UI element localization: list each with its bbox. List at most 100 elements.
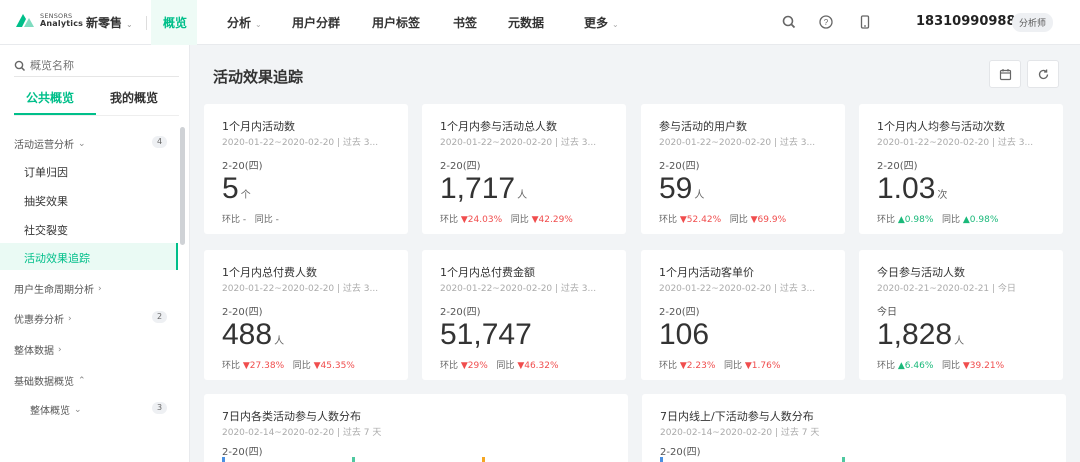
mom-value: ▼29% <box>460 361 488 371</box>
subgroup-overall-overview[interactable]: 整体概览 ⌄ <box>30 402 82 418</box>
card-paying-users[interactable]: 1个月内总付费人数 2020-01-22~2020-02-20 | 过去 3...… <box>204 250 408 380</box>
card-title: 1个月内人均参与活动次数 <box>877 120 1005 133</box>
metric-value: 1,717 <box>440 172 516 205</box>
group-campaign-analysis[interactable]: 活动运营分析 ⌄ <box>14 136 86 152</box>
sidebar: 公共概览 我的概览 活动运营分析 ⌄ 4 订单归因 抽奖效果 社交裂变 活动效果追… <box>0 45 190 462</box>
metric-value-row: 1,717 人 <box>440 172 527 206</box>
card-date-range: 2020-01-22~2020-02-20 | 过去 3... <box>222 138 379 148</box>
yoy-label: 同比 <box>724 361 743 371</box>
card-today-participants[interactable]: 今日参与活动人数 2020-02-21~2020-02-21 | 今日 今日 1,82… <box>859 250 1063 380</box>
help-icon[interactable]: ? <box>818 14 834 30</box>
sidebar-item-campaign-tracking[interactable]: 活动效果追踪 <box>24 250 90 266</box>
card-date: 2-20(四) <box>877 161 918 172</box>
card-date-range: 2020-01-22~2020-02-20 | 过去 3... <box>659 138 816 148</box>
metric-unit: 人 <box>954 336 965 347</box>
comparison-row: 环比 - 同比 - <box>222 212 279 225</box>
mom-value: ▲0.98% <box>897 215 934 225</box>
group-overall-data[interactable]: 整体数据 › <box>14 342 62 358</box>
sidebar-item-lottery-effect[interactable]: 抽奖效果 <box>24 193 68 209</box>
user-account[interactable]: 18310990988 <box>916 14 1016 29</box>
comparison-row: 环比 ▼29% 同比 ▼46.32% <box>440 358 559 371</box>
tab-my-overview[interactable]: 我的概览 <box>110 89 158 106</box>
card-date-range: 2020-02-21~2020-02-21 | 今日 <box>877 284 1016 294</box>
yoy-label: 同比 <box>496 361 515 371</box>
search-icon[interactable] <box>781 14 797 30</box>
mom-label: 环比 <box>222 361 241 371</box>
brand-line2: Analytics <box>40 19 84 28</box>
metric-unit: 人 <box>274 336 285 347</box>
group-label: 优惠券分析 <box>14 315 64 326</box>
yoy-value: ▲0.98% <box>962 215 999 225</box>
mom-label: 环比 <box>877 215 896 225</box>
card-title: 7日内线上/下活动参与人数分布 <box>660 410 814 423</box>
refresh-button[interactable] <box>1027 60 1059 88</box>
top-navigation-bar: SENSORS Analytics 新零售 ⌄ 概览 分析 ⌄ 用户分群 用户标签 … <box>0 0 1080 45</box>
mobile-icon[interactable] <box>857 14 873 30</box>
metric-unit: 人 <box>694 190 705 201</box>
tab-active-indicator <box>14 113 96 115</box>
sidebar-item-order-attribution[interactable]: 订单归因 <box>24 164 68 180</box>
page-title: 活动效果追踪 <box>213 68 304 86</box>
nav-bookmarks[interactable]: 书签 <box>453 14 477 31</box>
comparison-row: 环比 ▲6.46% 同比 ▼39.21% <box>877 358 1004 371</box>
card-date-range: 2020-02-14~2020-02-20 | 过去 7 天 <box>222 428 382 438</box>
mom-label: 环比 <box>659 361 678 371</box>
metric-value-row: 1,828 人 <box>877 318 964 352</box>
group-basic-data[interactable]: 基础数据概览 ⌃ <box>14 373 86 389</box>
nav-user-tags[interactable]: 用户标签 <box>372 14 420 31</box>
date-picker-button[interactable] <box>989 60 1021 88</box>
nav-user-segments[interactable]: 用户分群 <box>292 14 340 31</box>
chevron-down-icon: ⌄ <box>612 20 619 29</box>
metric-value-row: 1.03 次 <box>877 172 947 206</box>
mom-value: ▼27.38% <box>242 361 285 371</box>
mom-value: ▼52.42% <box>679 215 722 225</box>
card-activity-count[interactable]: 1个月内活动数 2020-01-22~2020-02-20 | 过去 3... 2-… <box>204 104 408 234</box>
distribution-card-activity-type[interactable]: 7日内各类活动参与人数分布 2020-02-14~2020-02-20 | 过去… <box>204 394 628 462</box>
nav-analysis[interactable]: 分析 ⌄ <box>227 14 262 31</box>
count-badge: 3 <box>152 402 167 414</box>
mom-label: 环比 <box>659 215 678 225</box>
card-payment-amount[interactable]: 1个月内总付费金额 2020-01-22~2020-02-20 | 过去 3...… <box>422 250 626 380</box>
card-date: 2-20(四) <box>222 161 263 172</box>
search-input[interactable] <box>30 59 170 72</box>
group-user-lifecycle[interactable]: 用户生命周期分析 › <box>14 281 102 297</box>
yoy-label: 同比 <box>292 361 311 371</box>
comparison-row: 环比 ▼27.38% 同比 ▼45.35% <box>222 358 355 371</box>
comparison-row: 环比 ▼52.42% 同比 ▼69.9% <box>659 212 786 225</box>
metric-value: 5 <box>222 172 239 205</box>
card-title: 1个月内总付费金额 <box>440 266 535 279</box>
yoy-value: ▼1.76% <box>744 361 781 371</box>
chevron-right-icon: › <box>68 313 72 324</box>
mom-label: 环比 <box>222 215 241 225</box>
metric-value: 488 <box>222 318 273 351</box>
nav-overview[interactable]: 概览 <box>163 14 187 31</box>
card-title: 1个月内活动客单价 <box>659 266 754 279</box>
group-label: 整体数据 <box>14 346 54 357</box>
metric-unit: 人 <box>517 190 528 201</box>
sidebar-scrollbar[interactable] <box>180 127 185 245</box>
chevron-down-icon: ⌄ <box>74 404 82 415</box>
card-title: 1个月内活动数 <box>222 120 295 133</box>
project-switcher[interactable]: 新零售 ⌄ <box>86 14 133 31</box>
card-avg-participation[interactable]: 1个月内人均参与活动次数 2020-01-22~2020-02-20 | 过去 3… <box>859 104 1063 234</box>
card-avg-order-value[interactable]: 1个月内活动客单价 2020-01-22~2020-02-20 | 过去 3...… <box>641 250 845 380</box>
yoy-label: 同比 <box>729 215 748 225</box>
card-total-participants[interactable]: 1个月内参与活动总人数 2020-01-22~2020-02-20 | 过去 3.… <box>422 104 626 234</box>
card-date: 今日 <box>877 307 897 318</box>
card-date-range: 2020-01-22~2020-02-20 | 过去 3... <box>877 138 1034 148</box>
chevron-down-icon: ⌄ <box>255 20 262 29</box>
group-coupon-analysis[interactable]: 优惠券分析 › <box>14 311 72 327</box>
brand-logo[interactable]: SENSORS Analytics <box>14 11 83 29</box>
yoy-value: - <box>275 215 279 225</box>
sidebar-item-social-fission[interactable]: 社交裂变 <box>24 222 68 238</box>
distribution-card-online-offline[interactable]: 7日内线上/下活动参与人数分布 2020-02-14~2020-02-20 | … <box>642 394 1066 462</box>
tab-public-overview[interactable]: 公共概览 <box>26 89 74 106</box>
chevron-down-icon: ⌄ <box>78 138 86 149</box>
nav-metadata[interactable]: 元数据 <box>508 14 544 31</box>
card-title: 1个月内参与活动总人数 <box>440 120 557 133</box>
metric-value: 106 <box>659 318 710 351</box>
nav-more[interactable]: 更多 ⌄ <box>584 14 619 31</box>
count-badge: 2 <box>152 311 167 323</box>
search-icon <box>14 60 26 71</box>
card-participating-users[interactable]: 参与活动的用户数 2020-01-22~2020-02-20 | 过去 3... 2… <box>641 104 845 234</box>
